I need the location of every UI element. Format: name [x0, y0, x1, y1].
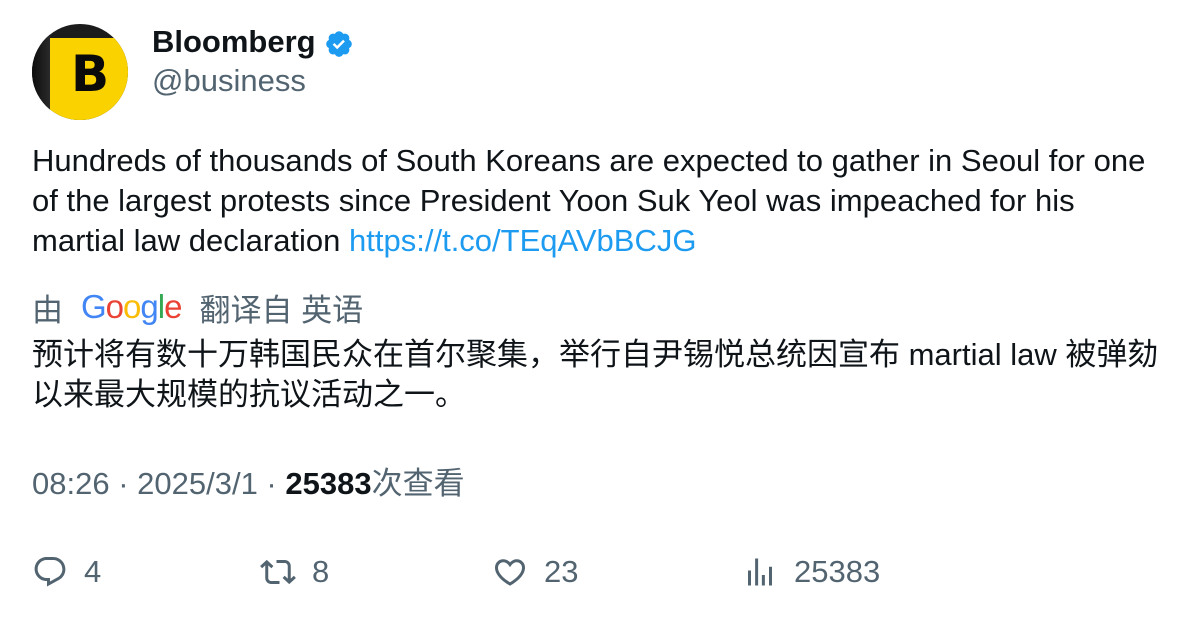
- translated-text: 预计将有数十万韩国民众在首尔聚集，举行自尹锡悦总统因宣布 martial law…: [32, 337, 1159, 412]
- author-name-row: Bloomberg: [152, 22, 354, 62]
- meta-separator: ·: [257, 466, 286, 501]
- tweet-time[interactable]: 08:26: [32, 464, 110, 504]
- analytics-count: 25383: [794, 554, 881, 589]
- author-display-name[interactable]: Bloomberg: [152, 24, 316, 60]
- views-count: 25383: [285, 466, 372, 501]
- translation-label[interactable]: 翻译自 英语: [199, 285, 363, 330]
- views-label: 次查看: [371, 466, 465, 501]
- reply-button[interactable]: 4: [32, 552, 101, 592]
- tweet-text: Hundreds of thousands of South Koreans a…: [32, 141, 1172, 261]
- reply-count: 4: [84, 554, 102, 589]
- author-handle[interactable]: @business: [152, 63, 306, 99]
- analytics-button[interactable]: 25383: [742, 552, 880, 592]
- retweet-count: 8: [312, 554, 330, 589]
- avatar-letter: B: [70, 45, 110, 103]
- like-count: 23: [544, 554, 579, 589]
- tweet-link[interactable]: https://t.co/TEqAVbBCJG: [349, 223, 696, 258]
- translation-attribution: 由 Google 翻译自 英语: [32, 285, 363, 330]
- tweet-meta: 08:26 · 2025/3/1 · 25383 次查看: [32, 464, 465, 504]
- avatar-dark-bar: [32, 24, 50, 120]
- action-bar: 4 8 23 25383: [32, 552, 1172, 592]
- retweet-button[interactable]: 8: [260, 552, 329, 592]
- translation-prefix: 由: [32, 292, 63, 328]
- like-icon: [494, 559, 526, 586]
- like-button[interactable]: 23: [492, 552, 578, 592]
- avatar[interactable]: B: [32, 24, 128, 120]
- google-logo-icon: Google: [81, 288, 182, 325]
- analytics-icon: [748, 558, 772, 586]
- tweet-card: B Bloomberg @business Hundreds of thousa…: [0, 0, 1196, 618]
- retweet-icon: [260, 559, 296, 585]
- reply-icon: [34, 557, 66, 587]
- tweet-date[interactable]: 2025/3/1: [137, 464, 258, 504]
- meta-separator: ·: [109, 466, 138, 501]
- verified-badge-icon[interactable]: [324, 29, 354, 59]
